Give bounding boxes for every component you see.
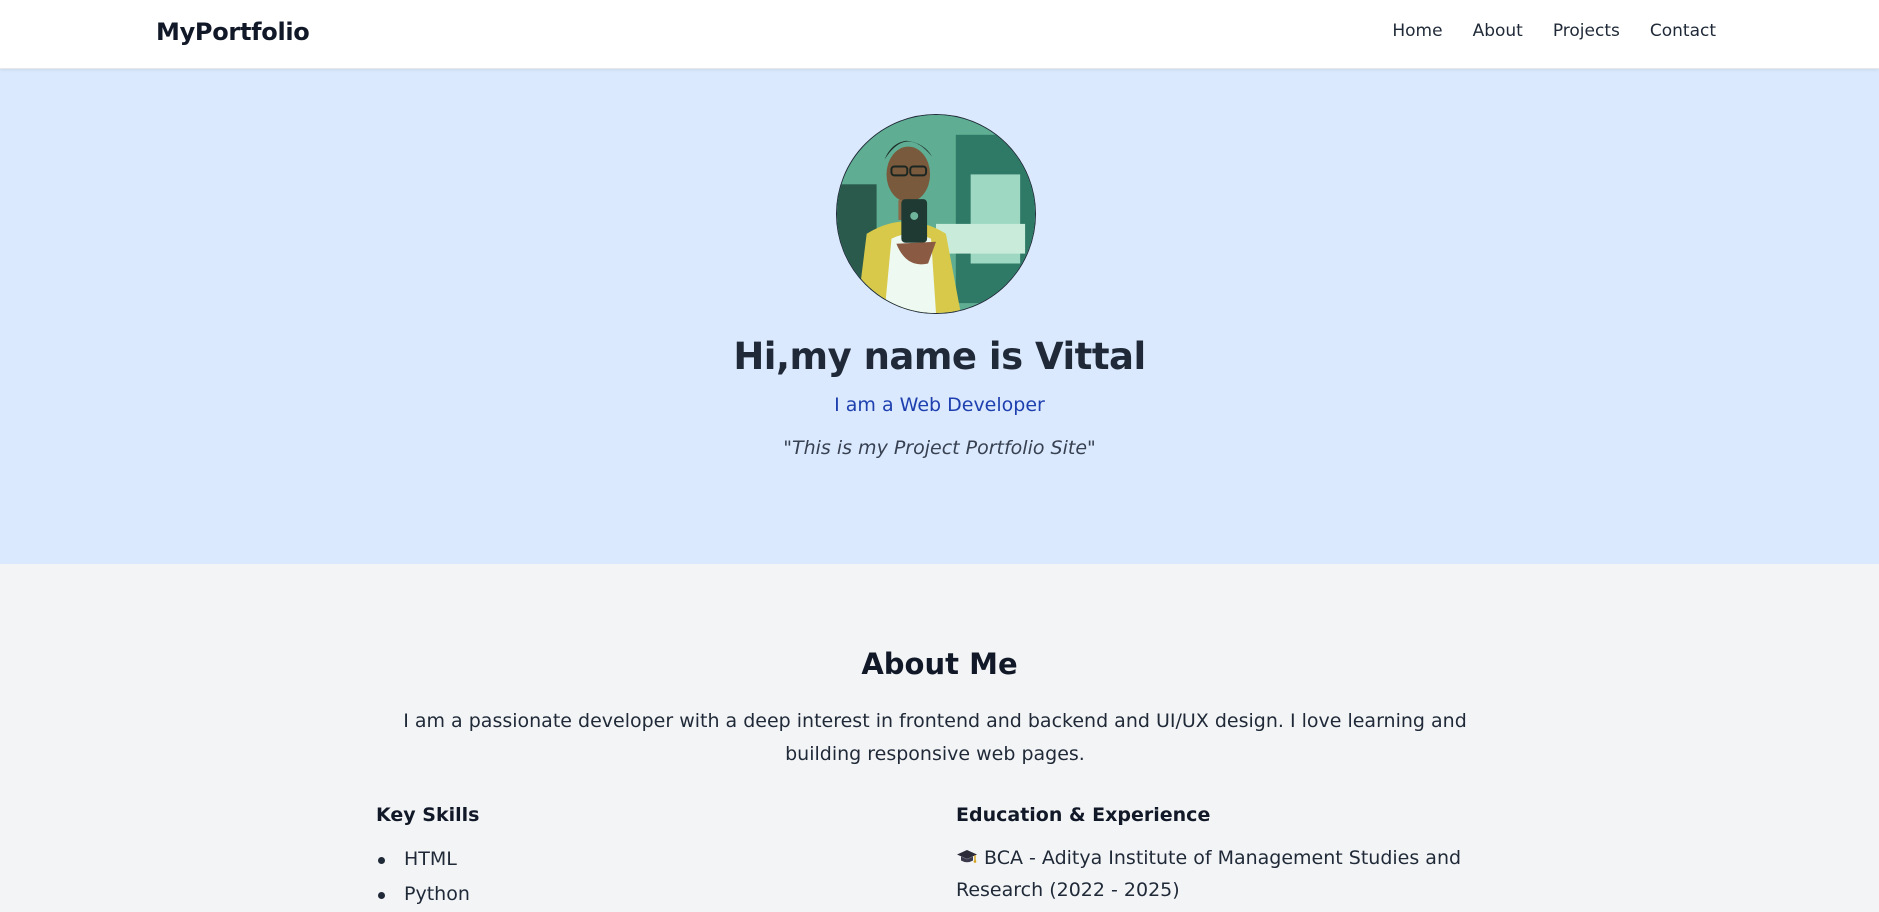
about-section: About Me I am a passionate developer wit… (0, 564, 1879, 905)
hero-quote: "This is my Project Portfolio Site" (783, 437, 1096, 459)
hero-title: Hi,my name is Vittal (733, 335, 1146, 378)
education-item-text: BCA - Aditya Institute of Management Stu… (956, 847, 1462, 901)
skills-column: Key Skills HTML Python (376, 804, 896, 912)
education-column: Education & Experience BCA - Aditya Inst… (956, 804, 1476, 906)
nav-links: Home About Projects Contact (1392, 21, 1716, 41)
nav-link-projects[interactable]: Projects (1553, 21, 1620, 41)
profile-photo (836, 114, 1036, 314)
skills-title: Key Skills (376, 804, 480, 826)
nav-link-about[interactable]: About (1473, 21, 1523, 41)
about-intro: I am a passionate developer with a deep … (403, 710, 1467, 765)
education-item: BCA - Aditya Institute of Management Stu… (956, 842, 1476, 906)
skill-item-html: HTML (376, 842, 896, 877)
about-title: About Me (861, 647, 1018, 681)
skill-item-python: Python (376, 877, 896, 912)
graduation-cap-icon (957, 850, 977, 863)
navbar: MyPortfolio Home About Projects Contact (0, 0, 1879, 69)
education-title: Education & Experience (956, 804, 1211, 826)
skills-list: HTML Python (376, 842, 896, 912)
hero-subtitle: I am a Web Developer (834, 394, 1045, 416)
nav-link-contact[interactable]: Contact (1650, 21, 1716, 41)
hero-section: Hi,my name is Vittal I am a Web Develope… (0, 69, 1879, 564)
brand-logo[interactable]: MyPortfolio (156, 18, 310, 46)
nav-link-home[interactable]: Home (1392, 21, 1442, 41)
